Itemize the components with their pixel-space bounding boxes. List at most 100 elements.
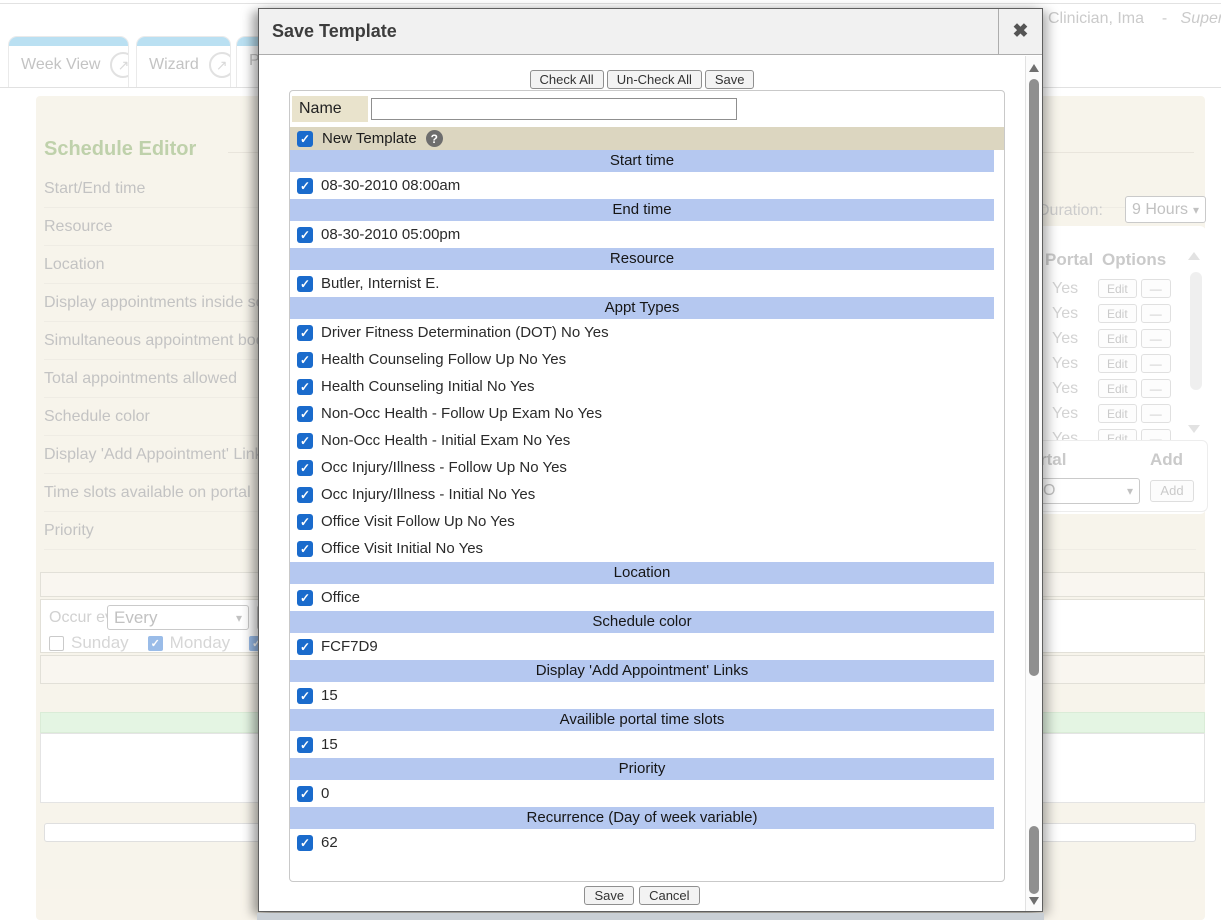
dash-button[interactable]: — <box>1141 304 1171 323</box>
template-item-row[interactable]: ✓15 <box>290 731 1004 758</box>
chevron-down-icon: ▾ <box>1127 484 1133 498</box>
scrollbar-thumb[interactable] <box>1029 79 1039 676</box>
section-header-8: Priority <box>290 758 994 780</box>
checkbox-checked-icon[interactable]: ✓ <box>297 541 313 557</box>
item-label: 0 <box>321 785 329 802</box>
checkbox-checked-icon[interactable]: ✓ <box>297 487 313 503</box>
checkbox-checked-icon[interactable]: ✓ <box>297 688 313 704</box>
duration-select[interactable]: 9 Hours ▾ <box>1125 196 1206 223</box>
every-select-value: Every <box>114 608 157 628</box>
scroll-down-icon[interactable] <box>1029 897 1039 905</box>
checkbox-checked-icon[interactable]: ✓ <box>297 406 313 422</box>
template-item-row[interactable]: ✓Office <box>290 584 1004 611</box>
portal-cell: Yes <box>1040 380 1098 398</box>
checkbox-checked-icon[interactable]: ✓ <box>297 514 313 530</box>
template-item-row[interactable]: ✓Driver Fitness Determination (DOT) No Y… <box>290 319 1004 346</box>
dialog-footer: Save Cancel <box>259 886 1025 905</box>
dash-button[interactable]: — <box>1141 329 1171 348</box>
template-item-row[interactable]: ✓Health Counseling Initial No Yes <box>290 373 1004 400</box>
portal-select[interactable]: O ▾ <box>1036 478 1140 504</box>
chevron-down-icon: ▾ <box>1193 203 1199 217</box>
dialog-bottom-strip <box>257 913 1044 920</box>
open-in-new-icon[interactable]: ↗ <box>209 52 231 78</box>
template-name-input[interactable] <box>371 98 737 120</box>
help-icon[interactable]: ? <box>426 130 443 147</box>
tab-accent <box>137 37 230 46</box>
save-button[interactable]: Save <box>584 886 634 905</box>
checkbox-checked-icon[interactable]: ✓ <box>297 433 313 449</box>
checkbox-checked-icon[interactable]: ✓ <box>297 590 313 606</box>
template-item-row[interactable]: ✓ 15 <box>290 682 1004 709</box>
section-header-0: Start time <box>290 150 994 172</box>
scrollbar-thumb-secondary[interactable] <box>1029 826 1039 894</box>
appt-table-rows: YesEdit—YesEdit—YesEdit—YesEdit—YesEdit—… <box>1040 276 1188 451</box>
item-label: Butler, Internist E. <box>321 275 439 292</box>
item-label: 08-30-2010 08:00am <box>321 177 460 194</box>
item-label: 15 <box>321 687 338 704</box>
template-item-row[interactable]: ✓62 <box>290 829 1004 856</box>
checkbox-checked-icon[interactable]: ✓ <box>297 460 313 476</box>
table-row: YesEdit— <box>1040 351 1188 376</box>
portal-cell: Yes <box>1040 330 1098 348</box>
uncheck-all-button[interactable]: Un-Check All <box>607 70 702 89</box>
new-template-row[interactable]: ✓ New Template ? <box>290 127 1004 150</box>
edit-button[interactable]: Edit <box>1098 329 1137 348</box>
checkbox-unchecked-icon[interactable] <box>49 636 64 651</box>
checkbox-checked-icon[interactable]: ✓ <box>297 737 313 753</box>
edit-button[interactable]: Edit <box>1098 304 1137 323</box>
dash-button[interactable]: — <box>1141 279 1171 298</box>
edit-button[interactable]: Edit <box>1098 354 1137 373</box>
checkbox-checked-icon[interactable]: ✓ <box>297 639 313 655</box>
dash-button[interactable]: — <box>1141 379 1171 398</box>
template-item-row[interactable]: ✓0 <box>290 780 1004 807</box>
template-item-row[interactable]: ✓Non-Occ Health - Initial Exam No Yes <box>290 427 1004 454</box>
add-button[interactable]: Add <box>1150 480 1194 502</box>
template-item-row[interactable]: ✓FCF7D9 <box>290 633 1004 660</box>
checkbox-checked-icon[interactable]: ✓ <box>297 786 313 802</box>
dash-button[interactable]: — <box>1141 354 1171 373</box>
checkbox-checked-icon[interactable]: ✓ <box>148 636 163 651</box>
template-item-row[interactable]: ✓Non-Occ Health - Follow Up Exam No Yes <box>290 400 1004 427</box>
item-label: Occ Injury/Illness - Initial No Yes <box>321 486 535 503</box>
template-item-row[interactable]: ✓ 08-30-2010 08:00am <box>290 172 1004 199</box>
checkbox-checked-icon[interactable]: ✓ <box>297 178 313 194</box>
item-label: Health Counseling Follow Up No Yes <box>321 351 566 368</box>
dash-button[interactable]: — <box>1141 404 1171 423</box>
open-in-new-icon[interactable]: ↗ <box>110 52 129 78</box>
check-all-button[interactable]: Check All <box>530 70 604 89</box>
checkbox-checked-icon[interactable]: ✓ <box>297 352 313 368</box>
scroll-up-icon[interactable] <box>1029 64 1039 72</box>
tab-week-view[interactable]: Week View ↗ <box>8 36 129 87</box>
checkbox-checked-icon[interactable]: ✓ <box>297 835 313 851</box>
template-item-row[interactable]: ✓ Occ Injury/Illness - Initial No Yes <box>290 481 1004 508</box>
checkbox-checked-icon[interactable]: ✓ <box>297 379 313 395</box>
every-select[interactable]: Every ▾ <box>107 605 249 630</box>
close-icon[interactable]: ✖ <box>998 9 1042 54</box>
checkbox-checked-icon[interactable]: ✓ <box>297 325 313 341</box>
template-item-row[interactable]: ✓ Health Counseling Follow Up No Yes <box>290 346 1004 373</box>
scroll-up-icon[interactable] <box>1188 252 1200 260</box>
user-separator: - <box>1162 10 1167 27</box>
template-item-row[interactable]: ✓Office Visit Initial No Yes <box>290 535 1004 562</box>
save-button-top[interactable]: Save <box>705 70 755 89</box>
edit-button[interactable]: Edit <box>1098 379 1137 398</box>
tab-accent <box>9 37 128 46</box>
scroll-down-icon[interactable] <box>1188 425 1200 433</box>
duration-value: 9 Hours <box>1132 201 1188 219</box>
dialog-title: Save Template <box>259 21 397 42</box>
page-title: Schedule Editor <box>44 138 196 161</box>
edit-button[interactable]: Edit <box>1098 279 1137 298</box>
checkbox-checked-icon[interactable]: ✓ <box>297 227 313 243</box>
checkbox-checked-icon[interactable]: ✓ <box>297 276 313 292</box>
checkbox-checked-icon[interactable]: ✓ <box>297 131 313 147</box>
template-item-row[interactable]: ✓ Butler, Internist E. <box>290 270 1004 297</box>
dialog-scrollbar[interactable] <box>1025 56 1042 911</box>
cancel-button[interactable]: Cancel <box>639 886 699 905</box>
template-item-row[interactable]: ✓Office Visit Follow Up No Yes <box>290 508 1004 535</box>
scrollbar-thumb[interactable] <box>1190 272 1202 390</box>
tab-wizard[interactable]: Wizard ↗ <box>136 36 231 87</box>
edit-button[interactable]: Edit <box>1098 404 1137 423</box>
template-item-row[interactable]: ✓Occ Injury/Illness - Follow Up No Yes <box>290 454 1004 481</box>
user-role: SuperUse. <box>1181 10 1221 27</box>
template-item-row[interactable]: ✓08-30-2010 05:00pm <box>290 221 1004 248</box>
